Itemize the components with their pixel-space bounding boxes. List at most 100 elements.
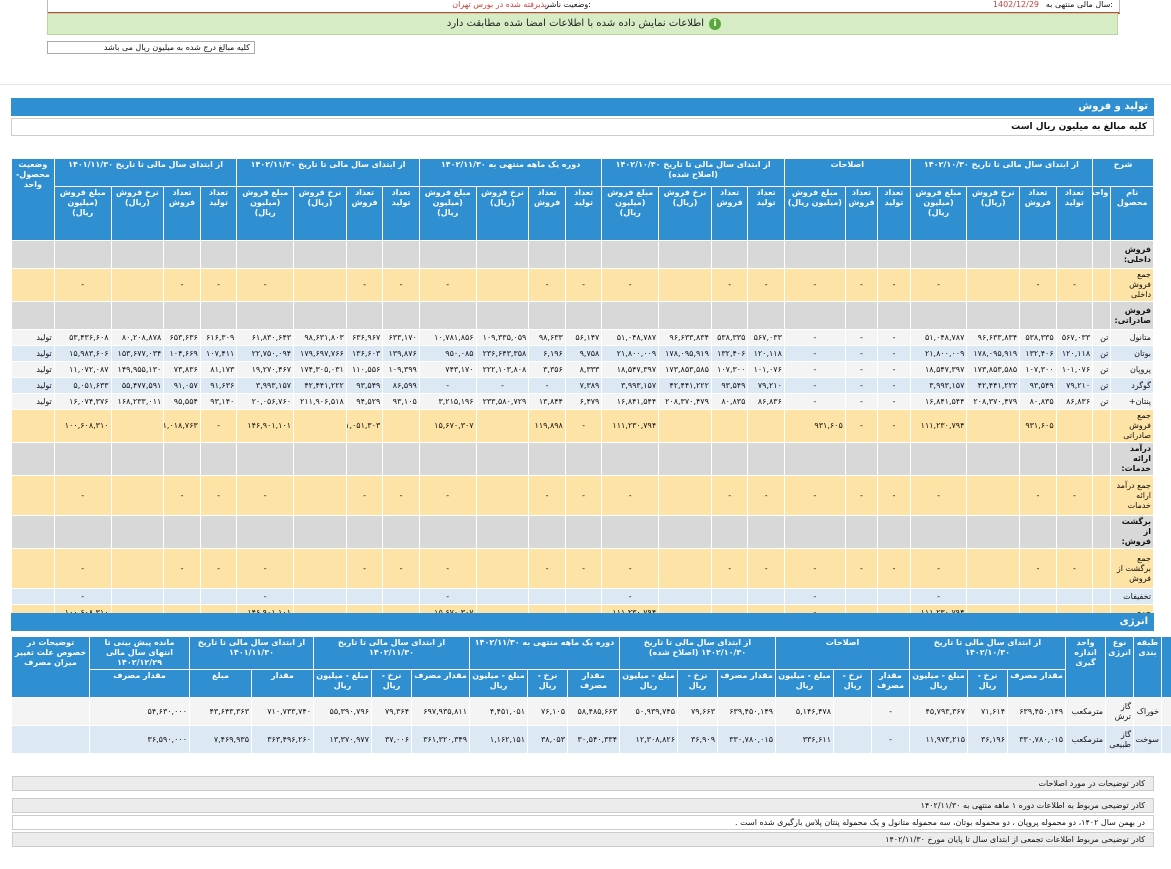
table-cell: [844, 240, 879, 269]
table-cell: -: [747, 268, 785, 302]
table-cell: [11, 409, 55, 443]
table-cell: ۱۰۷,۴۱۱: [199, 345, 238, 362]
production-header-group: از ابتدای سال مالی تا تاریخ ۱۴۰۱/۱۱/۳۰: [53, 158, 238, 187]
table-cell: [909, 515, 968, 549]
table-cell: [293, 515, 347, 549]
energy-header-group: توضیحات در خصوص علت تغییر میزان مصرف: [11, 636, 90, 698]
table-cell: [11, 548, 55, 589]
table-cell: [110, 240, 165, 269]
table-cell: ۱۲۰,۱۱۸: [747, 345, 785, 362]
production-header-column: مبلغ فروش (میلیون ریال): [601, 186, 660, 241]
table-cell: تن: [1092, 345, 1112, 362]
table-cell: [475, 301, 530, 330]
table-cell: ۱۹,۲۷۰,۴۶۷: [236, 361, 295, 378]
table-cell: ۱۶,۰۷۴,۳۷۶: [53, 393, 112, 410]
table-cell: ۶۱,۸۳۰,۶۴۳: [236, 329, 295, 346]
table-cell: [1092, 240, 1112, 269]
table-cell: [966, 475, 1021, 516]
production-header-column: تعداد فروش: [1019, 186, 1057, 241]
production-header-group: شرح: [1092, 158, 1154, 187]
table-cell: [710, 240, 749, 269]
table-cell: تولید: [11, 377, 55, 394]
table-cell: -: [53, 588, 112, 605]
production-header-column: تعداد فروش: [345, 186, 384, 241]
table-cell: [199, 301, 238, 330]
table-cell: [236, 301, 295, 330]
table-cell: [1092, 548, 1112, 589]
table-cell: ۹۶,۶۳۳,۸۳۴: [966, 329, 1021, 346]
table-cell: [528, 301, 566, 330]
table-cell: ۱۳,۳۷۰,۹۷۷: [313, 725, 372, 754]
table-cell: ۵۳۸,۳۳۵: [1019, 329, 1057, 346]
table-cell: ۴۲,۴۴۱,۲۲۲: [658, 377, 712, 394]
table-cell: -: [382, 268, 420, 302]
table-cell: ۳۶,۹۰۹: [677, 725, 718, 754]
table-cell: ۱۷۳,۸۵۳,۵۸۵: [966, 361, 1021, 378]
table-cell: ۳۳۶,۶۱۱: [774, 725, 835, 754]
table-cell: سوخت: [1133, 725, 1163, 754]
table-cell: ۶۳۹,۴۵۰,۱۴۹: [1007, 697, 1067, 726]
fiscal-year-value: 1402/12/29: [992, 0, 1039, 9]
comment-box-corrections: کادر توضیحات در مورد اصلاحات: [12, 776, 1154, 791]
table-cell: [710, 442, 749, 476]
table-cell: ۸۰,۲۰۸,۸۷۸: [110, 329, 165, 346]
table-cell: [11, 725, 90, 754]
table-cell: [966, 515, 1021, 549]
table-cell: [11, 588, 55, 605]
production-header-column: تعداد تولید: [382, 186, 420, 241]
table-cell: ۹۱,۰۵۷: [163, 377, 201, 394]
production-header-column: مبلغ فروش (میلیون ریال): [236, 186, 295, 241]
table-cell: ۴۵,۷۹۳,۳۶۷: [909, 697, 969, 726]
table-cell: گوگرد: [1110, 377, 1154, 394]
table-cell: [293, 548, 347, 589]
table-cell: ۹۸,۶۳۱,۸۰۳: [293, 329, 347, 346]
table-cell: [833, 725, 873, 754]
table-cell: [293, 588, 347, 605]
table-cell: [53, 240, 112, 269]
table-cell: جمع فروش داخلی: [1110, 268, 1154, 302]
table-cell: تن: [1092, 393, 1112, 410]
table-cell: [710, 409, 749, 443]
table-cell: [877, 442, 911, 476]
table-cell: [475, 548, 530, 589]
table-cell: [163, 442, 201, 476]
table-cell: تن: [1092, 361, 1112, 378]
table-row: برگشت از فروش:: [11, 515, 1154, 549]
table-cell: -: [53, 475, 112, 516]
table-cell: ۱۴۹,۹۵۵,۱۳۰: [110, 361, 165, 378]
table-cell: ۱۵۳,۶۷۷,۰۳۴: [110, 345, 165, 362]
table-cell: ۱۳۲,۴۰۶: [1019, 345, 1057, 362]
table-cell: -: [877, 345, 911, 362]
production-header-column: مبلغ فروش (میلیون ریال): [53, 186, 112, 241]
table-cell: [1055, 240, 1094, 269]
table-row: محصولات شیمیاییسوختگاز طبیعیمترمکعب۳۳۰,۷…: [11, 725, 1171, 754]
energy-header-column: نرخ - ریال: [833, 669, 873, 698]
table-cell: [844, 301, 879, 330]
table-cell: [53, 301, 112, 330]
table-cell: [236, 442, 295, 476]
table-cell: [1092, 475, 1112, 516]
energy-header-column: نرخ - ریال: [371, 669, 412, 698]
table-cell: ۳,۹۹۳,۱۵۷: [909, 377, 968, 394]
production-header-column: مبلغ فروش (میلیون ریال): [783, 186, 846, 241]
table-cell: ۹۶,۶۳۳,۸۳۴: [658, 329, 712, 346]
table-cell: ۸۰,۸۳۵: [710, 393, 749, 410]
table-cell: [844, 515, 879, 549]
table-cell: مترمکعب: [1065, 725, 1107, 754]
table-cell: [418, 442, 477, 476]
energy-header-column: مبلغ - میلیون ریال: [313, 669, 372, 698]
table-cell: [1055, 442, 1094, 476]
table-cell: ۷۹,۳۶۴: [371, 697, 412, 726]
table-cell: [293, 442, 347, 476]
table-cell: جمع فروش صادراتی: [1110, 409, 1154, 443]
table-cell: [783, 515, 846, 549]
table-cell: جمع برگشت از فروش: [1110, 548, 1154, 589]
table-cell: ۵۳۸,۳۳۵: [710, 329, 749, 346]
table-cell: -: [877, 329, 911, 346]
table-cell: ۸۶,۸۳۶: [747, 393, 785, 410]
production-header-column: مبلغ فروش (میلیون ریال): [909, 186, 968, 241]
table-cell: -: [783, 345, 846, 362]
table-cell: -: [564, 548, 603, 589]
table-cell: -: [601, 548, 660, 589]
table-row: جمع برگشت از فروش - - - - - - - - - - - - - - - - - -: [11, 548, 1154, 589]
